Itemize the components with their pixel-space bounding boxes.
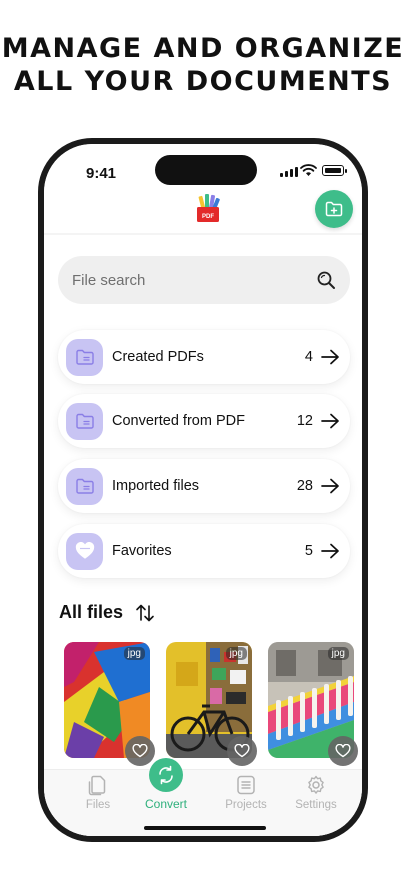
files-icon [88,775,106,796]
convert-icon [159,765,173,785]
wifi-icon [300,164,317,176]
nav-item-projects[interactable]: Projects [211,770,281,811]
app-screen: 9:41 PDF File search Created PDFs 4 Conv… [44,144,362,836]
nav-label: Files [85,799,111,811]
favorite-button[interactable] [227,736,257,766]
folder-label: Converted from PDF [112,413,245,429]
nav-item-settings[interactable]: Settings [281,770,351,811]
heart-icon [335,744,351,758]
heart-icon [132,744,148,758]
arrow-right-icon [321,543,340,559]
heart-icon [66,532,103,570]
logo-text: PDF [202,214,214,220]
nav-item-files[interactable]: Files [63,770,133,811]
status-bar: 9:41 [44,144,362,196]
folder-icon [66,467,103,505]
folder-created-pdfs[interactable]: Created PDFs 4 [58,330,350,384]
folder-icon [66,402,103,440]
projects-icon [237,775,255,795]
arrow-right-icon [321,349,340,365]
folder-count: 28 [296,478,313,494]
nav-label: Settings [295,799,337,811]
folder-label: Imported files [112,478,200,494]
folder-plus-icon [325,201,343,217]
app-bar: PDF [44,190,362,234]
cellular-signal-icon [280,166,298,177]
phone-frame: 9:41 PDF File search Created PDFs 4 Conv… [38,138,368,842]
settings-icon [308,775,324,794]
folder-count: 12 [296,413,313,429]
file-search-bar[interactable]: File search [58,256,350,304]
bottom-nav: Files Convert Projects Settings [44,758,362,836]
folder-count: 5 [304,543,313,559]
marketing-headline: MANAGE AND ORGANIZE ALL YOUR DOCUMENTS [0,32,406,98]
all-files-header: All files [59,602,155,623]
status-time: 9:41 [86,165,117,182]
app-bar-divider [44,233,362,235]
folder-label: Favorites [112,543,172,559]
headline-line-1: MANAGE AND ORGANIZE [1,33,405,64]
folder-icon [66,338,103,376]
arrow-right-icon [321,478,340,494]
nav-label-convert: Convert [144,797,188,811]
nav-label: Projects [225,799,267,811]
file-type-tag: jpg [225,647,247,660]
favorite-button[interactable] [125,736,155,766]
home-indicator [144,826,266,830]
headline-line-2: ALL YOUR DOCUMENTS [13,66,393,97]
search-icon[interactable] [316,270,336,290]
folder-converted-from-pdf[interactable]: Converted from PDF 12 [58,394,350,448]
add-folder-button[interactable] [315,190,353,228]
pdf-logo-icon: PDF [197,194,220,222]
file-type-tag: jpg [327,647,349,660]
file-type-tag: jpg [123,647,145,660]
all-files-grid: jpg jpg jpg [58,642,358,766]
search-input[interactable]: File search [72,272,316,289]
folder-count: 4 [304,349,313,365]
battery-icon [322,165,347,176]
heart-icon [234,744,250,758]
arrow-right-icon [321,413,340,429]
sort-icon[interactable] [135,604,155,622]
nav-item-convert[interactable] [149,758,183,792]
favorite-button[interactable] [328,736,358,766]
all-files-title: All files [59,602,124,622]
dynamic-island [155,155,257,185]
folder-label: Created PDFs [112,349,204,365]
folder-favorites[interactable]: Favorites 5 [58,524,350,578]
folder-imported-files[interactable]: Imported files 28 [58,459,350,513]
